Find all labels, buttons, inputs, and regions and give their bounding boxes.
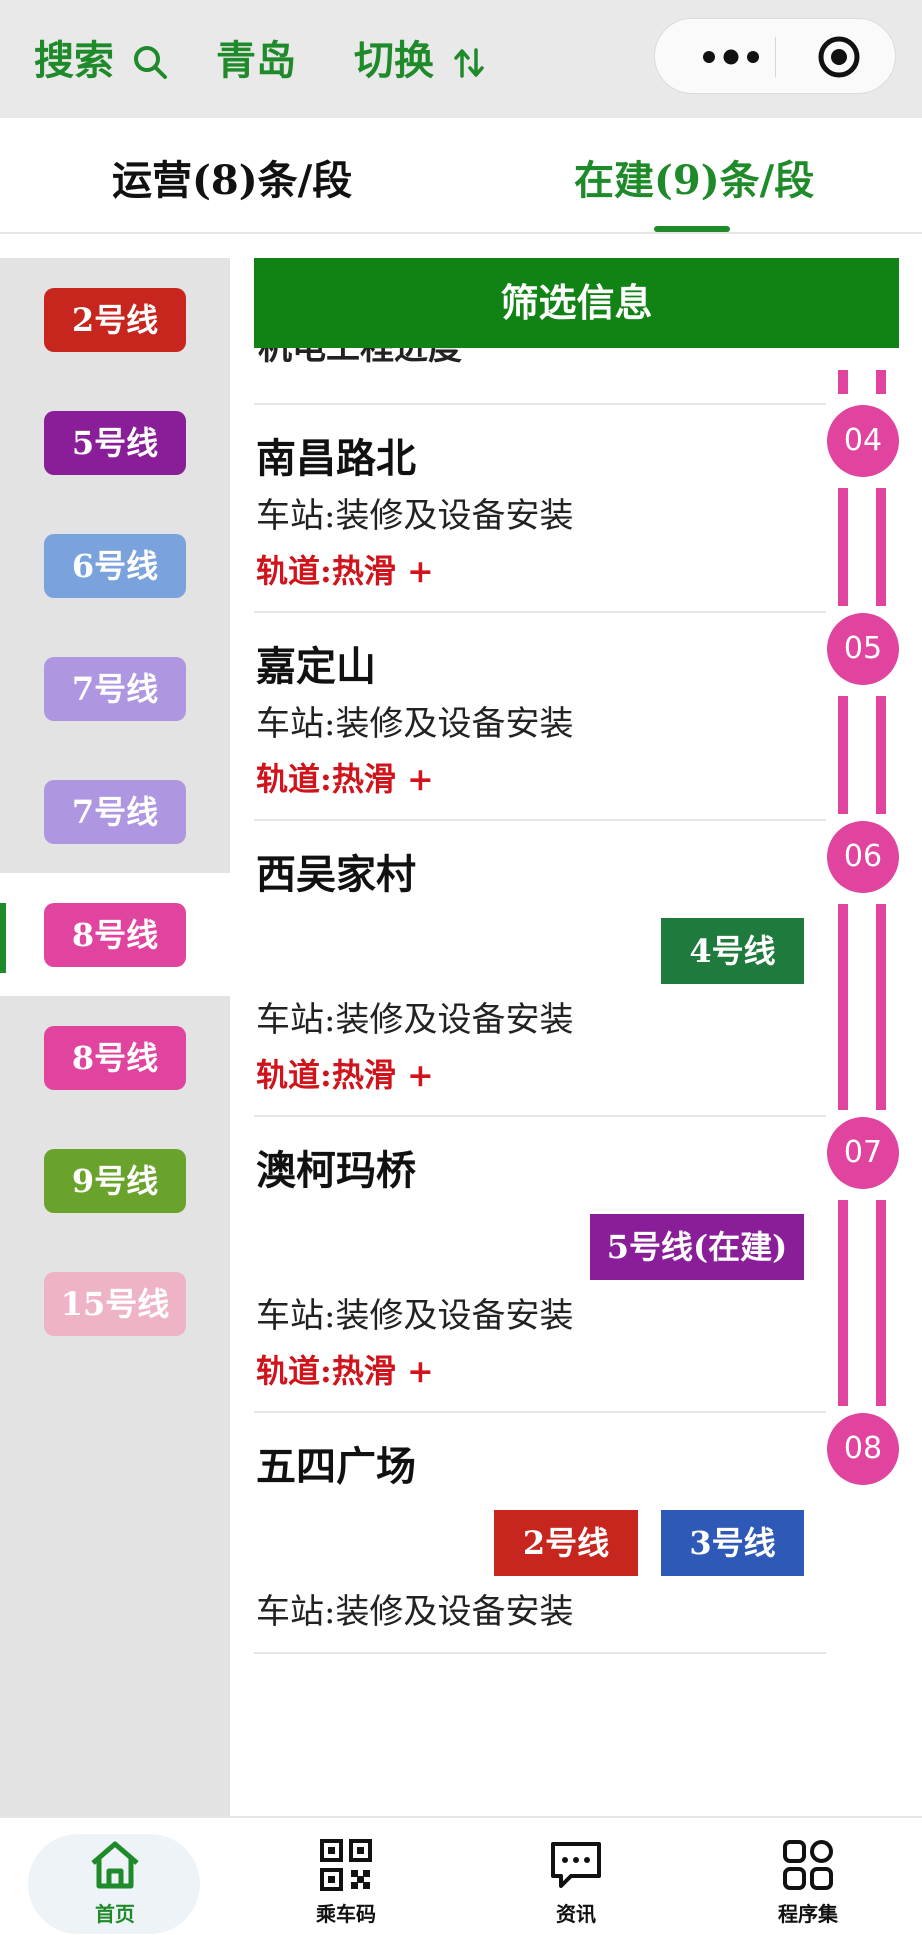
transfer-line-badge[interactable]: 3号线: [661, 1510, 804, 1576]
track-status-toggle[interactable]: 轨道:热滑 +: [256, 546, 434, 592]
sidebar-item-line-6[interactable]: 6号线: [0, 504, 230, 627]
station-name[interactable]: 嘉定山: [256, 634, 376, 692]
station-status: 车站:装修及设备安装: [256, 1592, 574, 1632]
line-rail: [838, 488, 848, 606]
tab-operating[interactable]: 运营(8)条/段: [112, 148, 352, 206]
row-divider: [254, 1411, 826, 1413]
sidebar-item-line-5[interactable]: 5号线: [0, 381, 230, 504]
sidebar-item-line-7[interactable]: 7号线: [0, 627, 230, 750]
line-badge: 8号线: [44, 1026, 186, 1090]
filter-button[interactable]: 筛选信息: [254, 258, 899, 348]
station-number-badge: 05: [827, 613, 899, 685]
line-rail: [838, 1200, 848, 1406]
more-icon[interactable]: [689, 41, 799, 73]
partial-scrolled-text: 机电工程进度: [258, 348, 462, 368]
station-name[interactable]: 南昌路北: [256, 426, 416, 484]
switch-button[interactable]: 切换: [354, 28, 486, 86]
transfer-line-badge[interactable]: 2号线: [494, 1510, 638, 1576]
line-badge: 6号线: [44, 534, 186, 598]
row-divider: [254, 1652, 826, 1654]
miniprogram-capsule: [654, 18, 896, 94]
row-divider: [254, 611, 826, 613]
apps-grid-icon: [783, 1840, 833, 1890]
nav-news[interactable]: 资讯: [486, 1818, 666, 1935]
station-status: 车站:装修及设备安装: [256, 1000, 574, 1040]
row-divider: [254, 819, 826, 821]
row-divider: [254, 403, 826, 405]
line-rail: [876, 696, 886, 814]
message-icon: [551, 1842, 601, 1888]
line-badge: 7号线: [44, 657, 186, 721]
close-miniprogram-icon[interactable]: [817, 35, 861, 79]
nav-label: 程序集: [778, 1902, 838, 1926]
search-label: 搜索: [34, 37, 114, 84]
station-name[interactable]: 澳柯玛桥: [256, 1138, 416, 1196]
nav-apps[interactable]: 程序集: [718, 1818, 898, 1935]
nav-ride-code[interactable]: 乘车码: [256, 1818, 436, 1935]
line-badge: 8号线: [44, 903, 186, 967]
sidebar-item-line-8-b[interactable]: 8号线: [0, 996, 230, 1119]
search-link[interactable]: 搜索: [34, 28, 168, 86]
station-name[interactable]: 五四广场: [256, 1434, 416, 1492]
sidebar-item-line-9[interactable]: 9号线: [0, 1119, 230, 1242]
line-badge: 7号线: [44, 780, 186, 844]
switch-label: 切换: [354, 37, 434, 84]
active-indicator: [0, 903, 6, 973]
station-number-badge: 07: [827, 1117, 899, 1189]
station-name[interactable]: 西吴家村: [256, 842, 416, 900]
nav-label: 资讯: [556, 1902, 596, 1926]
row-divider: [254, 1115, 826, 1117]
line-badge: 5号线: [44, 411, 186, 475]
active-tab-indicator: [654, 226, 730, 232]
sidebar-item-line-7-b[interactable]: 7号线: [0, 750, 230, 873]
nav-label: 乘车码: [316, 1902, 376, 1926]
tab-bar: 运营(8)条/段 在建(9)条/段: [0, 118, 922, 234]
qr-code-icon: [320, 1839, 372, 1891]
sidebar-item-line-8[interactable]: 8号线: [0, 873, 230, 996]
transfer-line-badge[interactable]: 5号线(在建): [590, 1214, 804, 1280]
city-selector[interactable]: 青岛: [216, 28, 296, 86]
home-icon: [91, 1841, 139, 1889]
line-badge: 9号线: [44, 1149, 186, 1213]
line-sidebar: 2号线 5号线 6号线 7号线 7号线 8号线 8号线 9号线 15号线: [0, 258, 230, 1816]
transfer-line-badge[interactable]: 4号线: [661, 918, 804, 984]
track-status-toggle[interactable]: 轨道:热滑 +: [256, 1346, 434, 1392]
station-number-badge: 08: [827, 1413, 899, 1485]
search-icon: [133, 46, 167, 79]
swap-arrows-icon: [454, 48, 484, 78]
station-status: 车站:装修及设备安装: [256, 704, 574, 744]
tab-under-construction[interactable]: 在建(9)条/段: [574, 148, 814, 206]
line-rail: [838, 904, 848, 1110]
line-rail: [876, 1200, 886, 1406]
station-number-badge: 04: [827, 405, 899, 477]
track-status-toggle[interactable]: 轨道:热滑 +: [256, 754, 434, 800]
station-status: 车站:装修及设备安装: [256, 1296, 574, 1336]
line-rail: [876, 370, 886, 394]
track-status-toggle[interactable]: 轨道:热滑 +: [256, 1050, 434, 1096]
line-rail: [876, 904, 886, 1110]
line-badge: 15号线: [44, 1272, 186, 1336]
bottom-navigation: 首页 乘车码 资讯 程序集: [0, 1816, 922, 1935]
nav-label: 首页: [95, 1902, 135, 1926]
station-status: 车站:装修及设备安装: [256, 496, 574, 536]
capsule-divider: [775, 37, 776, 77]
line-badge: 2号线: [44, 288, 186, 352]
station-number-badge: 06: [827, 821, 899, 893]
line-rail: [876, 488, 886, 606]
top-bar: 搜索 青岛 切换: [0, 0, 922, 118]
sidebar-item-line-2[interactable]: 2号线: [0, 258, 230, 381]
city-label: 青岛: [216, 37, 296, 84]
line-rail: [838, 370, 848, 394]
line-rail: [838, 696, 848, 814]
nav-home[interactable]: 首页: [0, 1818, 200, 1935]
sidebar-item-line-15[interactable]: 15号线: [0, 1242, 230, 1365]
